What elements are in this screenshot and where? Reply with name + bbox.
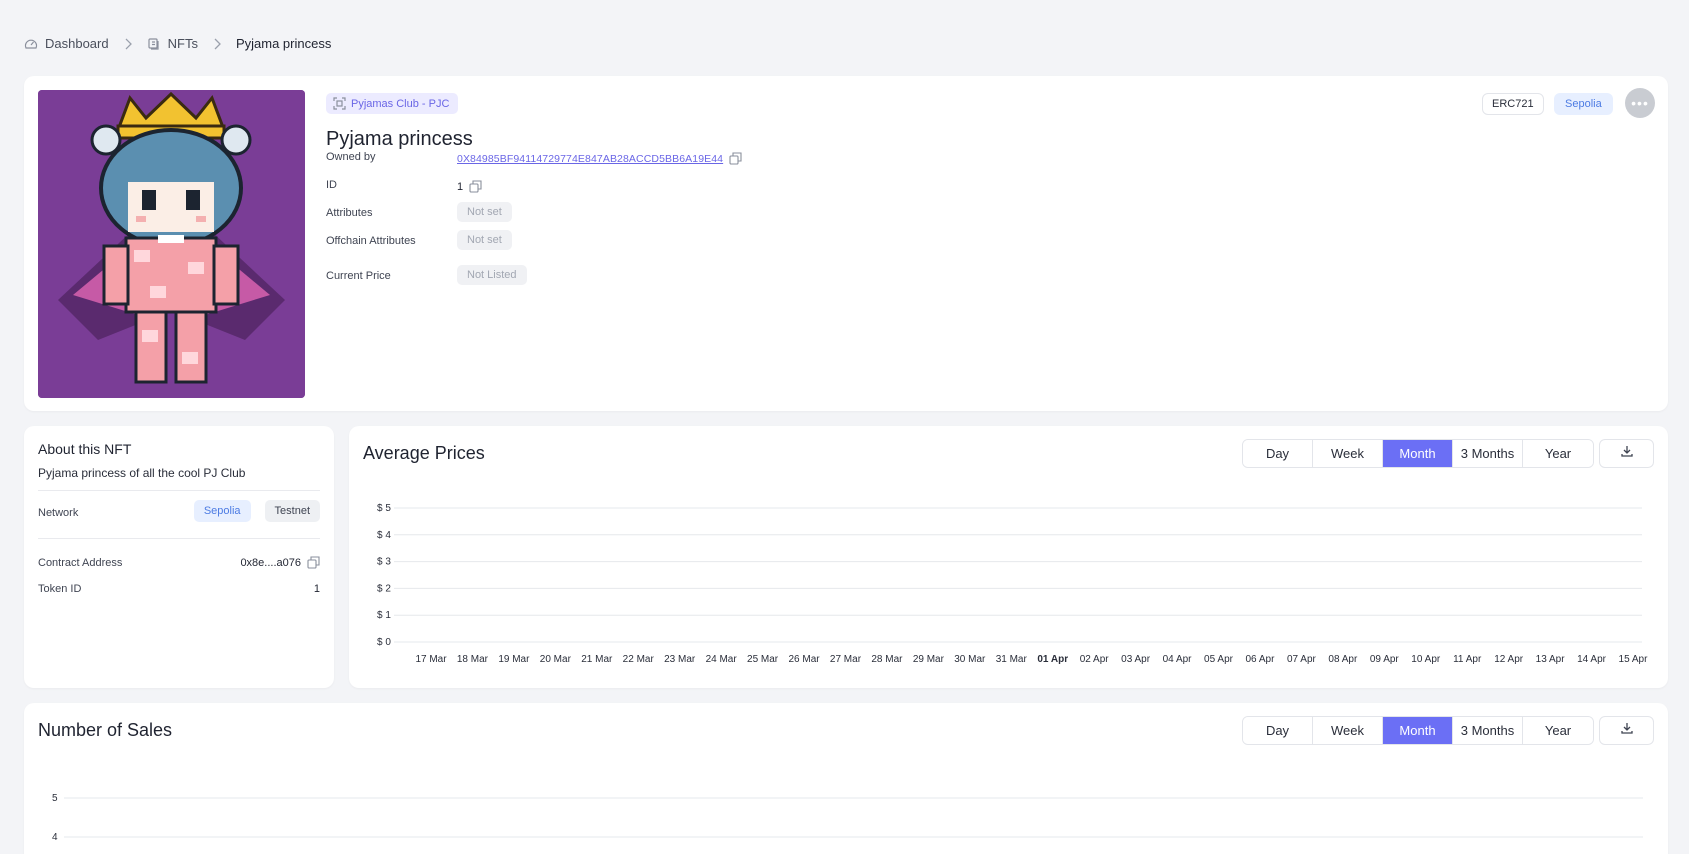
nft-image: [38, 90, 305, 398]
chevron-right-icon: [123, 37, 133, 51]
average-prices-chart: $ 0 $ 1 $ 2 $ 3 $ 4 $ 5 17 Mar 18 Mar 19 Mar 20 M…: [377, 503, 1649, 665]
y-tick-label: $ 5: [377, 503, 391, 514]
x-tick-label: 01 Apr: [1037, 654, 1068, 665]
about-title: About this NFT: [38, 441, 132, 457]
more-icon: •••: [1631, 95, 1649, 111]
x-tick-label: 10 Apr: [1411, 654, 1441, 665]
contract-address-label: Contract Address: [38, 557, 123, 569]
current-price-value: Not Listed: [457, 265, 527, 285]
x-tick-label: 11 Apr: [1453, 654, 1482, 665]
x-tick-label: 12 Apr: [1494, 654, 1524, 665]
about-description: Pyjama princess of all the cool PJ Club: [38, 466, 246, 480]
current-price-value-row: Not Listed: [457, 265, 527, 285]
offchain-attributes-label: Offchain Attributes: [326, 235, 416, 247]
breadcrumb-current: Pyjama princess: [236, 36, 331, 51]
average-prices-card: Average Prices Day Week Month 3 Months Y…: [349, 426, 1668, 688]
owned-by-value: 0X84985BF94114729774E847AB28ACCD5BB6A19E…: [457, 152, 742, 165]
x-tick-label: 20 Mar: [540, 654, 572, 665]
x-tick-label: 31 Mar: [996, 654, 1028, 665]
network-label: Network: [38, 507, 79, 519]
number-of-sales-chart: 45: [52, 793, 1643, 843]
about-card: About this NFT Pyjama princess of all th…: [24, 426, 334, 688]
divider: [38, 538, 320, 539]
contract-address-value: 0x8e....a076: [240, 556, 301, 569]
breadcrumb-label: Pyjama princess: [235, 36, 332, 51]
x-tick-label: 23 Mar: [664, 654, 696, 665]
offchain-attributes-value: Not set: [457, 230, 512, 250]
x-tick-label: 15 Apr: [1619, 654, 1649, 665]
attributes-value-row: Not set: [457, 202, 512, 222]
x-tick-label: 19 Mar: [498, 654, 530, 665]
collection-badge[interactable]: Pyjamas Club - PJC: [326, 93, 459, 114]
network-type-pill: Testnet: [264, 500, 320, 522]
x-tick-label: 22 Mar: [623, 654, 655, 665]
breadcrumb: Dashboard NFTs Pyjama princess: [24, 36, 331, 51]
x-tick-label: 09 Apr: [1370, 654, 1400, 665]
breadcrumb-dashboard[interactable]: Dashboard: [24, 36, 109, 51]
current-price-label: Current Price: [326, 270, 391, 282]
x-tick-label: 13 Apr: [1536, 654, 1566, 665]
x-tick-label: 26 Mar: [788, 654, 820, 665]
id-value-row: 1: [457, 180, 482, 193]
dashboard-icon: [24, 37, 38, 51]
y-tick-label: $ 1: [377, 610, 391, 621]
nft-detail-card: Pyjamas Club - PJC Pyjama princess Owned…: [24, 76, 1668, 411]
x-tick-label: 08 Apr: [1328, 654, 1358, 665]
y-tick-label: $ 4: [377, 530, 391, 541]
network-value-row: Sepolia Testnet: [193, 500, 320, 522]
copy-icon[interactable]: [729, 152, 742, 165]
x-tick-label: 14 Apr: [1577, 654, 1607, 665]
x-tick-label: 21 Mar: [581, 654, 613, 665]
more-options-button[interactable]: •••: [1625, 88, 1655, 118]
token-id-label: Token ID: [38, 583, 82, 595]
x-tick-label: 27 Mar: [830, 654, 862, 665]
breadcrumb-nfts[interactable]: NFTs: [147, 36, 198, 51]
offchain-attributes-value-row: Not set: [457, 230, 512, 250]
contract-address-row: 0x8e....a076: [240, 556, 320, 569]
attributes-label: Attributes: [326, 207, 373, 219]
y-tick-label: $ 2: [377, 583, 391, 594]
nfts-icon: [147, 37, 161, 51]
scan-icon: [333, 97, 346, 110]
copy-icon[interactable]: [469, 180, 482, 193]
id-value: 1: [457, 180, 464, 193]
nft-title: Pyjama princess: [326, 128, 473, 150]
x-tick-label: 18 Mar: [457, 654, 489, 665]
x-tick-label: 02 Apr: [1080, 654, 1110, 665]
x-tick-label: 29 Mar: [913, 654, 945, 665]
network-pill: Sepolia: [193, 500, 251, 522]
owned-by-label: Owned by: [326, 151, 376, 163]
x-tick-label: 05 Apr: [1204, 654, 1234, 665]
attributes-value: Not set: [457, 202, 512, 222]
network-badge: Sepolia: [1554, 93, 1613, 115]
y-tick-label: $ 0: [377, 637, 391, 648]
x-tick-label: 24 Mar: [706, 654, 738, 665]
token-id-value: 1: [313, 583, 320, 595]
token-standard-badge: ERC721: [1482, 93, 1544, 115]
chevron-right-icon: [212, 37, 222, 51]
x-tick-label: 04 Apr: [1163, 654, 1193, 665]
divider: [38, 490, 320, 491]
collection-name: Pyjamas Club - PJC: [351, 97, 450, 110]
x-tick-label: 03 Apr: [1121, 654, 1151, 665]
x-tick-label: 28 Mar: [871, 654, 903, 665]
copy-icon[interactable]: [307, 556, 320, 569]
y-tick-label: $ 3: [377, 557, 391, 568]
x-tick-label: 06 Apr: [1246, 654, 1276, 665]
x-tick-label: 07 Apr: [1287, 654, 1317, 665]
breadcrumb-label: NFTs: [167, 36, 198, 51]
x-tick-label: 30 Mar: [954, 654, 986, 665]
y-tick-label: 4: [52, 832, 58, 843]
x-tick-label: 17 Mar: [415, 654, 447, 665]
breadcrumb-label: Dashboard: [45, 36, 109, 51]
number-of-sales-card: Number of Sales Day Week Month 3 Months …: [24, 703, 1668, 854]
owner-address-link[interactable]: 0X84985BF94114729774E847AB28ACCD5BB6A19E…: [457, 153, 723, 165]
y-tick-label: 5: [52, 793, 58, 804]
x-tick-label: 25 Mar: [747, 654, 779, 665]
id-label: ID: [326, 179, 337, 191]
